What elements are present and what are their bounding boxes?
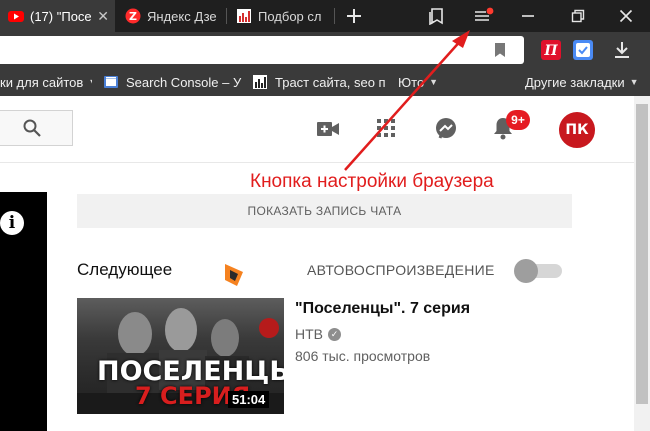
autoplay-toggle-knob[interactable]: [514, 259, 538, 283]
search-icon: [23, 119, 41, 137]
caret-down-icon: ▼: [429, 77, 439, 87]
bookmark-label: Другие закладки: [525, 74, 625, 90]
view-count: 806 тыс. просмотров: [295, 348, 431, 364]
svg-text:Z: Z: [129, 10, 137, 23]
autoplay-label: АВТОВОСПРОИЗВЕДЕНИЕ: [307, 262, 495, 278]
bookmark-folder-yuto[interactable]: Юто ▼: [398, 68, 450, 96]
bookmarks-bar: ки для сайтов ▼ Search Console – У Траст…: [0, 68, 650, 96]
close-tab-icon[interactable]: ✕: [97, 8, 109, 25]
bookmark-trust-site[interactable]: Траст сайта, seo п: [252, 68, 388, 96]
tab-label: (17) "Посе: [30, 8, 92, 24]
minimize-icon: [522, 15, 534, 17]
bookmark-other-bookmarks[interactable]: Другие закладки ▼: [525, 68, 645, 96]
checkmark-icon: [576, 43, 590, 57]
apps-grid-icon[interactable]: [376, 118, 396, 138]
notification-badge: 9+: [506, 110, 530, 130]
download-icon[interactable]: [612, 40, 632, 60]
tab-divider: [226, 8, 227, 24]
caret-down-icon: ▼: [629, 77, 639, 87]
svg-text:П: П: [543, 43, 558, 59]
bookmark-collection-icon: [429, 8, 443, 25]
close-icon: [619, 9, 633, 23]
annotation-text: Кнопка настройки браузера: [250, 171, 494, 192]
yandex-zen-icon: Z: [125, 8, 141, 24]
p-letter-icon: П: [543, 43, 558, 59]
address-input[interactable]: [0, 36, 524, 64]
avatar-text: ПК: [565, 122, 589, 138]
browser-settings-button[interactable]: [466, 0, 502, 32]
show-chat-replay-button[interactable]: ПОКАЗАТЬ ЗАПИСЬ ЧАТА: [77, 194, 572, 228]
search-console-icon: [104, 76, 118, 88]
channel-name: НТВ: [295, 326, 323, 342]
caret-down-icon: ▼: [88, 77, 92, 87]
tab-strip: (17) "Посе ✕ Z Яндекс Дзе Подбор сл: [0, 0, 650, 32]
tab-label: Подбор сл: [258, 8, 322, 24]
restore-button[interactable]: [560, 0, 596, 32]
tab-youtube[interactable]: (17) "Посе ✕: [0, 0, 115, 32]
youtube-icon: [8, 11, 24, 22]
verified-check-icon: ✓: [328, 327, 341, 341]
bookmark-icon[interactable]: [493, 42, 507, 58]
tab-label: Яндекс Дзе: [147, 8, 217, 24]
bookmark-label: ки для сайтов: [0, 74, 84, 90]
header-divider: [0, 162, 634, 163]
video-title[interactable]: "Поселенцы". 7 серия: [295, 300, 470, 318]
create-video-icon[interactable]: [316, 118, 340, 140]
extension-check-icon[interactable]: [573, 40, 593, 60]
bookmark-label: Search Console – У: [126, 74, 242, 90]
bookmark-label: Траст сайта, seo п: [275, 74, 386, 90]
orange-logo-icon: [225, 264, 243, 286]
tab-yandex-zen[interactable]: Z Яндекс Дзе: [117, 0, 224, 32]
menu-icon: [475, 7, 494, 21]
chart-icon: [253, 75, 267, 89]
bookmark-folder-sites[interactable]: ки для сайтов ▼: [0, 68, 92, 96]
channel-name-row[interactable]: НТВ ✓: [295, 326, 341, 342]
new-tab-button[interactable]: [336, 0, 372, 32]
tab-divider: [334, 8, 335, 24]
bookmark-search-console[interactable]: Search Console – У: [103, 68, 243, 96]
close-window-button[interactable]: [608, 0, 644, 32]
bookmark-label: Юто: [398, 74, 425, 90]
up-next-label: Следующее: [77, 260, 173, 279]
tab-keyword-selection[interactable]: Подбор сл: [228, 0, 332, 32]
restore-icon: [571, 9, 585, 23]
plus-icon: [347, 9, 361, 23]
video-duration: 51:04: [228, 391, 270, 408]
chart-icon: [237, 9, 251, 23]
info-icon[interactable]: i: [0, 211, 24, 235]
extension-p-icon[interactable]: П: [541, 40, 561, 60]
tab-collections-button[interactable]: [418, 0, 454, 32]
search-button[interactable]: [0, 110, 73, 146]
messages-icon[interactable]: [434, 117, 458, 141]
address-bar-row: П: [0, 32, 650, 68]
minimize-button[interactable]: [510, 0, 546, 32]
scrollbar-thumb[interactable]: [636, 104, 648, 404]
avatar[interactable]: ПК: [557, 110, 597, 150]
